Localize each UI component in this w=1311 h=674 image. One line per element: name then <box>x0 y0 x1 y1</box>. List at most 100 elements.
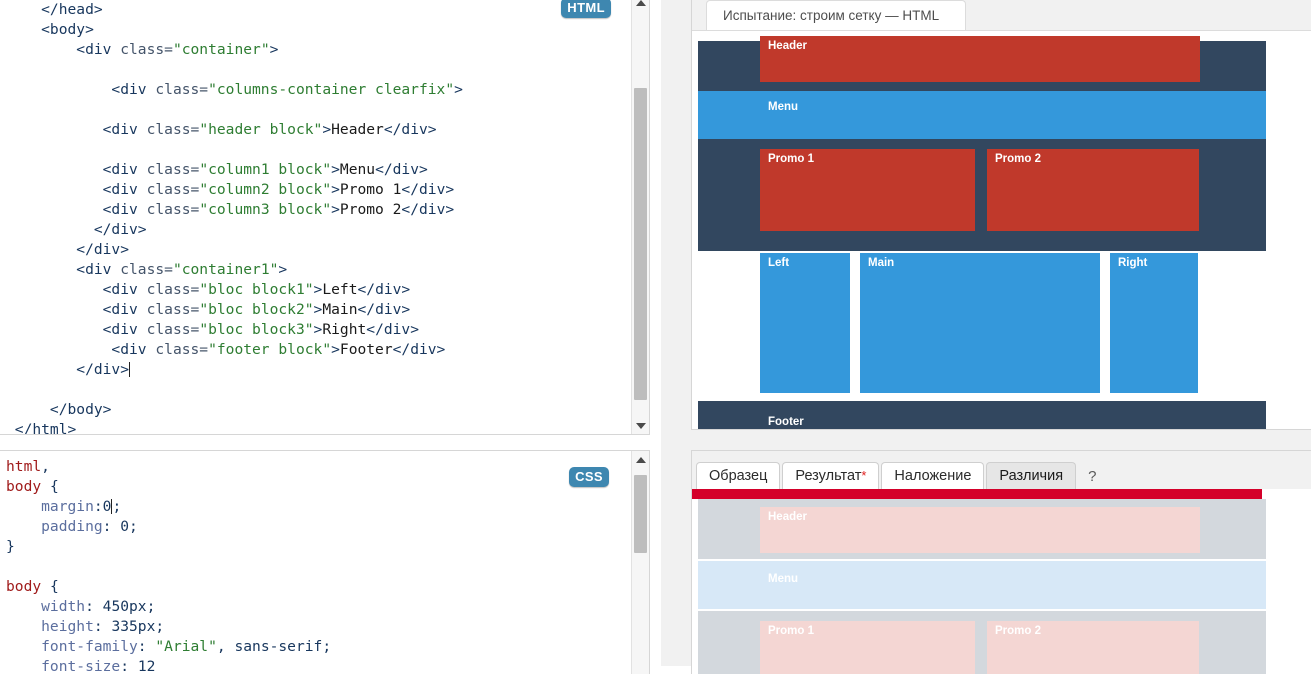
scroll-up-arrow-icon[interactable] <box>632 451 649 468</box>
compare-tab-1[interactable]: Образец <box>696 462 781 489</box>
code-line: <div class="columns-container clearfix"> <box>0 80 615 100</box>
code-line: <div class="bloc block1">Left</div> <box>0 280 615 300</box>
css-code-area[interactable]: html, body { margin:0; padding: 0;} body {… <box>0 451 615 674</box>
code-token: font-size <box>6 658 121 674</box>
code-line: <div class="bloc block2">Main</div> <box>0 300 615 320</box>
code-token: "column2 block" <box>199 181 332 198</box>
code-token: ; <box>112 498 122 515</box>
code-token: <div <box>6 281 147 298</box>
preview-block-label: Promo 2 <box>995 153 1042 165</box>
code-line: <div class="header block">Header</div> <box>0 120 615 140</box>
code-line: <div class="column3 block">Promo 2</div> <box>0 200 615 220</box>
code-token: 450px <box>102 598 147 615</box>
css-editor-panel[interactable]: html, body { margin:0; padding: 0;} body {… <box>0 450 650 674</box>
scrollbar-thumb[interactable] <box>634 475 647 553</box>
code-line: </div> <box>0 240 615 260</box>
code-token: </div> <box>375 161 428 178</box>
code-token: { <box>41 578 59 595</box>
code-token: ; <box>322 638 332 655</box>
diff-block-label: Header <box>768 511 807 523</box>
compare-tab-3[interactable]: Наложение <box>881 462 985 489</box>
code-token: > <box>331 201 340 218</box>
code-token: body <box>6 578 42 595</box>
code-token: 12 <box>137 658 156 674</box>
code-token: 0 <box>120 518 130 535</box>
preview-block-label: Left <box>768 257 790 269</box>
compare-tab-2[interactable]: Результат * <box>782 462 880 489</box>
code-token: </div> <box>366 321 419 338</box>
compare-tab-4[interactable]: Различия <box>986 462 1077 489</box>
diff-block-header: Header <box>760 507 1200 553</box>
browser-tab[interactable]: Испытание: строим сетку — HTML <box>706 0 966 30</box>
code-token: "container" <box>172 41 270 58</box>
code-token: class= <box>146 161 200 178</box>
code-token: </html> <box>6 421 77 434</box>
diff-block-label: Promo 2 <box>995 625 1042 637</box>
code-token: class= <box>146 121 200 138</box>
code-line: <div class="bloc block3">Right</div> <box>0 320 615 340</box>
code-line: body { <box>0 577 615 597</box>
code-token: Left <box>322 281 358 298</box>
code-token: Right <box>322 321 367 338</box>
preview-block-left: Left <box>760 253 850 393</box>
code-token: > <box>331 181 340 198</box>
code-line: <div class="footer block">Footer</div> <box>0 340 615 360</box>
html-editor-panel[interactable]: </head> <body> <div class="container"> <… <box>0 0 650 435</box>
code-line: width: 450px; <box>0 597 615 617</box>
editors-column: </head> <body> <div class="container"> <… <box>0 0 661 674</box>
code-token: Main <box>322 301 358 318</box>
text-cursor <box>129 362 131 377</box>
code-token: </div> <box>6 361 130 378</box>
code-token: > <box>331 341 340 358</box>
code-line: </body> <box>0 400 615 420</box>
code-token: "column1 block" <box>199 161 332 178</box>
code-line: </html> <box>0 420 615 434</box>
code-token: width <box>6 598 86 615</box>
editor-panel-divider <box>0 437 661 450</box>
code-token: "bloc block2" <box>199 301 314 318</box>
code-token: class= <box>120 41 173 58</box>
code-token: "bloc block3" <box>199 321 314 338</box>
code-line: margin:0; <box>0 497 615 517</box>
browser-tab-title: Испытание: строим сетку — HTML <box>723 8 940 23</box>
preview-block-label: Header <box>768 40 807 52</box>
code-token: class= <box>155 81 209 98</box>
help-button[interactable]: ? <box>1078 463 1106 489</box>
diff-view: Header Menu Promo 1 Promo 2 <box>692 489 1311 674</box>
html-editor-scrollbar[interactable] <box>631 0 649 434</box>
code-line: padding: 0; <box>0 517 615 537</box>
code-token: } <box>6 538 15 555</box>
scrollbar-thumb[interactable] <box>634 88 647 400</box>
preview-block-label: Right <box>1118 257 1148 269</box>
code-line: </div> <box>0 360 615 380</box>
code-token: margin <box>6 498 94 515</box>
code-token: > <box>331 161 340 178</box>
code-line: } <box>0 537 615 557</box>
code-line: </head> <box>0 0 615 20</box>
diff-block-label: Promo 1 <box>768 625 815 637</box>
preview-block-label: Main <box>868 257 895 269</box>
code-token: "container1" <box>172 261 279 278</box>
code-token: Header <box>331 121 384 138</box>
css-editor-scrollbar[interactable] <box>631 451 649 674</box>
preview-panel: Испытание: строим сетку — HTML Header Me… <box>691 0 1311 430</box>
code-token: > <box>278 261 288 278</box>
scroll-up-arrow-icon[interactable] <box>632 0 649 11</box>
css-language-badge: CSS <box>569 467 609 487</box>
html-code-area[interactable]: </head> <body> <div class="container"> <… <box>0 0 615 434</box>
preview-block-header: Header <box>760 36 1200 82</box>
code-token: class= <box>146 281 200 298</box>
diff-block-label: Menu <box>768 573 799 585</box>
code-token: <div <box>6 261 121 278</box>
code-token: <div <box>6 181 147 198</box>
preview-block-label: Promo 1 <box>768 153 815 165</box>
code-token: class= <box>120 261 173 278</box>
code-token: Footer <box>339 341 393 358</box>
scroll-down-arrow-icon[interactable] <box>632 417 649 434</box>
compare-tab-label: Различия <box>999 468 1064 484</box>
code-token: class= <box>155 341 209 358</box>
code-token: </div> <box>392 341 446 358</box>
code-token: <div <box>6 41 121 58</box>
